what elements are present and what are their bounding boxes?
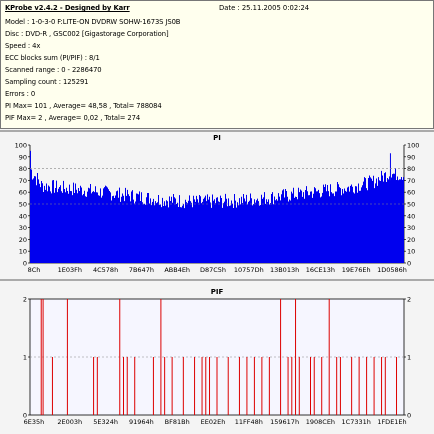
x-tick-label: 11FF48h bbox=[235, 418, 263, 426]
y-tick-label-right: 70 bbox=[407, 177, 415, 185]
y-tick-label-left: 0 bbox=[23, 260, 27, 268]
x-tick-label: 5E324h bbox=[93, 418, 118, 426]
x-tick-label: 1E03Fh bbox=[58, 266, 82, 274]
x-tick-label: BF81Bh bbox=[165, 418, 190, 426]
report-line: PIF Max= 2 , Average= 0,02 , Total= 274 bbox=[5, 114, 141, 122]
x-tick-label: 10757Dh bbox=[234, 266, 264, 274]
x-tick-label: 159617h bbox=[270, 418, 299, 426]
x-tick-label: 2E003h bbox=[57, 418, 82, 426]
y-tick-label-left: 60 bbox=[19, 189, 27, 197]
y-tick-label-right: 100 bbox=[407, 142, 419, 150]
y-tick-label-right: 50 bbox=[407, 201, 415, 209]
y-tick-label-left: 70 bbox=[19, 177, 27, 185]
scan-date: Date : 25.11.2005 0:02:24 bbox=[219, 4, 310, 12]
y-tick-label-right: 2 bbox=[407, 296, 411, 304]
x-tick-label: D87C5h bbox=[200, 266, 226, 274]
y-tick-label-left: 50 bbox=[19, 201, 27, 209]
y-tick-label-right: 90 bbox=[407, 153, 415, 161]
y-tick-label-right: 10 bbox=[407, 248, 415, 256]
x-tick-label: 1908CEh bbox=[306, 418, 335, 426]
y-tick-label-left: 1 bbox=[23, 354, 27, 362]
y-tick-label-left: 2 bbox=[23, 296, 27, 304]
y-tick-label-left: 30 bbox=[19, 224, 27, 232]
report-line: Model : 1-0-3-0 F:LITE-ON DVDRW SOHW-167… bbox=[5, 18, 181, 26]
app-title: KProbe v2.4.2 - Designed by Karr bbox=[5, 4, 130, 12]
y-tick-label-right: 20 bbox=[407, 236, 415, 244]
x-tick-label: 6E35h bbox=[24, 418, 45, 426]
y-tick-label-left: 80 bbox=[19, 165, 27, 173]
x-tick-label: 16CE13h bbox=[306, 266, 335, 274]
x-tick-label: EE02Eh bbox=[201, 418, 226, 426]
y-tick-label-left: 100 bbox=[15, 142, 27, 150]
x-tick-label: 91964h bbox=[129, 418, 154, 426]
report-line: ECC blocks sum (PI/PIF) : 8/1 bbox=[5, 54, 100, 62]
y-tick-label-left: 20 bbox=[19, 236, 27, 244]
y-tick-label-right: 30 bbox=[407, 224, 415, 232]
x-tick-label: 19E76Eh bbox=[342, 266, 371, 274]
report-panel: KProbe v2.4.2 - Designed by Karr Date : … bbox=[0, 0, 434, 129]
y-tick-label-left: 10 bbox=[19, 248, 27, 256]
x-tick-label: 7B647h bbox=[129, 266, 154, 274]
pif-chart: PIF0 01 12 26E35h 2E003h 5E324h 91964h BF81Bh EE… bbox=[23, 288, 411, 426]
x-tick-label: ABB4Eh bbox=[164, 266, 190, 274]
y-tick-label-left: 40 bbox=[19, 212, 27, 220]
x-tick-label: 1C7331h bbox=[342, 418, 371, 426]
x-tick-label: 8Ch bbox=[28, 266, 41, 274]
y-tick-label-right: 1 bbox=[407, 354, 411, 362]
x-tick-label: 13B013h bbox=[270, 266, 299, 274]
y-tick-label-right: 0 bbox=[407, 412, 411, 420]
y-tick-label-right: 60 bbox=[407, 189, 415, 197]
y-tick-label-right: 0 bbox=[407, 260, 411, 268]
y-tick-label-right: 40 bbox=[407, 212, 415, 220]
chart-title: PI bbox=[213, 134, 221, 142]
x-tick-label: 4C578h bbox=[93, 266, 118, 274]
y-tick-label-left: 90 bbox=[19, 153, 27, 161]
x-tick-label: 1FDE1Eh bbox=[377, 418, 406, 426]
report-line: Errors : 0 bbox=[5, 90, 36, 98]
report-line: Scanned range : 0 - 2286470 bbox=[5, 66, 102, 74]
chart-title: PIF bbox=[211, 288, 224, 296]
report-line: Disc : DVD-R , GSC002 [Gigastorage Corpo… bbox=[5, 30, 169, 38]
report-line: PI Max= 101 , Average= 48,58 , Total= 78… bbox=[5, 102, 162, 110]
report-line: Sampling count : 125291 bbox=[5, 78, 89, 86]
x-tick-label: 1D0586h bbox=[377, 266, 407, 274]
report-line: Speed : 4x bbox=[5, 42, 41, 50]
pi-chart: PI 0 0 10 10 20 20 30 30 40 40 50 50 60 60 70 70 80 80 90 90… bbox=[15, 134, 420, 274]
y-tick-label-right: 80 bbox=[407, 165, 415, 173]
